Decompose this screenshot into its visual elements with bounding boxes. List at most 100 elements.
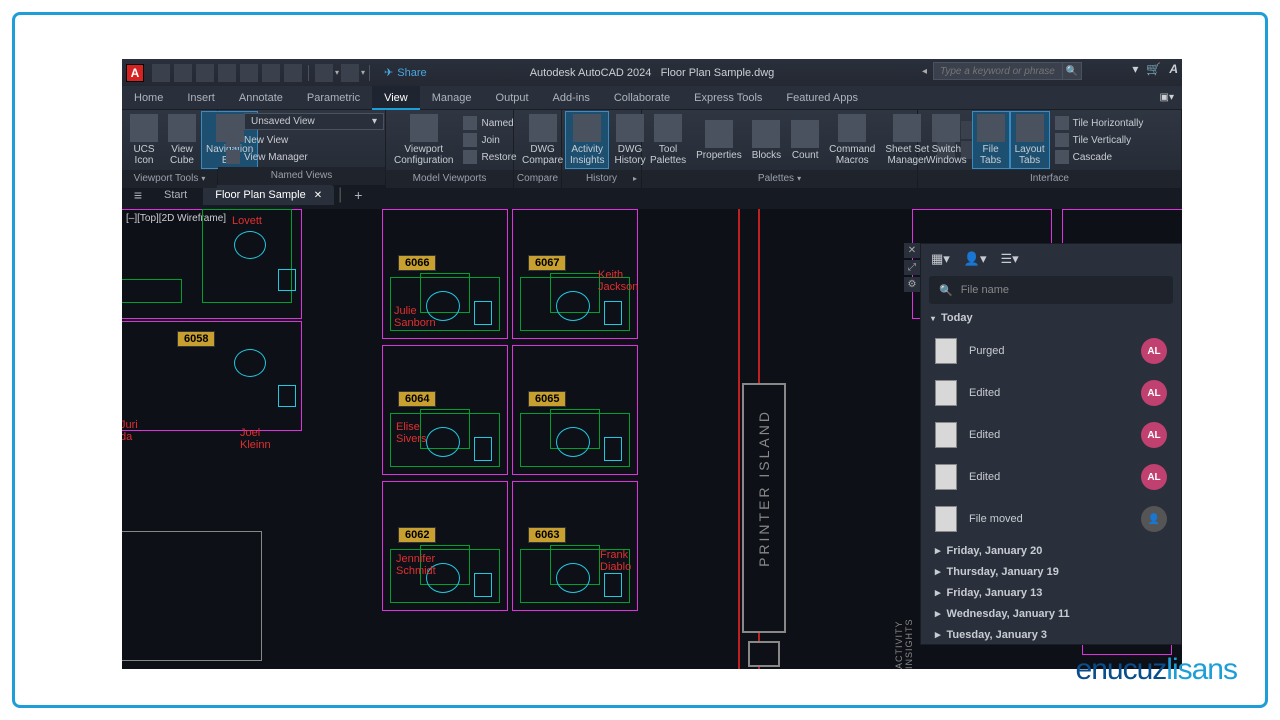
ribbon-tabs: Home Insert Annotate Parametric View Man… — [122, 86, 1182, 110]
restore-vp-button[interactable]: Restore — [459, 149, 520, 165]
cascade-button[interactable]: Cascade — [1051, 149, 1148, 165]
tile-vertical-button[interactable]: Tile Vertically — [1051, 132, 1148, 148]
signin-icon[interactable]: ▾ — [1132, 62, 1138, 76]
activity-date-group[interactable]: ▸Wednesday, January 11 — [921, 603, 1181, 624]
avatar: AL — [1141, 464, 1167, 490]
activity-item[interactable]: Edited AL — [921, 372, 1181, 414]
join-vp-button[interactable]: Join — [459, 132, 520, 148]
panel-interface: Interface — [918, 170, 1181, 188]
activity-date-group[interactable]: ▸Thursday, January 19 — [921, 561, 1181, 582]
room-number: 6063 — [528, 527, 566, 543]
search-icon[interactable]: 🔍 — [1062, 62, 1082, 80]
occupant-name: Joel Kleinn — [240, 427, 271, 451]
panel-settings-icon[interactable]: ⚙ — [904, 277, 920, 292]
file-tabs-button[interactable]: File Tabs — [973, 112, 1009, 168]
qat-print-icon[interactable] — [284, 64, 302, 82]
named-vp-button[interactable]: Named — [459, 115, 520, 131]
panel-model-viewports: Model Viewports — [386, 170, 513, 188]
activity-date-group[interactable]: ▸Friday, January 20 — [921, 540, 1181, 561]
tab-annotate[interactable]: Annotate — [227, 86, 295, 110]
activity-search[interactable]: 🔍 File name — [929, 276, 1173, 304]
window-title: Autodesk AutoCAD 2024 Floor Plan Sample.… — [530, 67, 775, 79]
list-options-icon[interactable]: ☰▾ — [1001, 251, 1019, 267]
tab-output[interactable]: Output — [484, 86, 541, 110]
ucs-icon-button[interactable]: UCS Icon — [126, 112, 162, 168]
panel-close-icon[interactable]: ✕ — [904, 243, 920, 258]
blocks-button[interactable]: Blocks — [748, 118, 785, 163]
occupant-name: Frank Diablo — [600, 549, 631, 573]
file-tab-active[interactable]: Floor Plan Sample✕ — [203, 185, 334, 205]
panel-dock-icon[interactable]: ⤢ — [904, 260, 920, 275]
tab-featured[interactable]: Featured Apps — [774, 86, 870, 110]
activity-date-group[interactable]: ▸Tuesday, January 3 — [921, 624, 1181, 645]
tile-horizontal-button[interactable]: Tile Horizontally — [1051, 115, 1148, 131]
file-icon — [935, 338, 957, 364]
room-number: 6065 — [528, 391, 566, 407]
ribbon: UCS Icon View Cube Navigation Bar Viewpo… — [122, 110, 1182, 181]
drawing-canvas[interactable]: [–][Top][2D Wireframe] PRINTER ISLAND — [122, 209, 1182, 669]
activity-group-today[interactable]: ▾Today — [921, 306, 1181, 330]
file-tab-start[interactable]: Start — [152, 185, 199, 205]
room-number: 6058 — [177, 331, 215, 347]
tab-home[interactable]: Home — [122, 86, 175, 110]
tab-view[interactable]: View — [372, 86, 420, 110]
qat-save-icon[interactable] — [196, 64, 214, 82]
view-manager-button[interactable]: View Manager — [222, 149, 312, 165]
viewport-config-button[interactable]: Viewport Configuration — [390, 112, 457, 168]
properties-button[interactable]: Properties — [692, 118, 746, 163]
printer-island-label: PRINTER ISLAND — [756, 409, 772, 567]
user-filter-icon[interactable]: 👤▾ — [964, 251, 987, 267]
command-macros-button[interactable]: Command Macros — [825, 112, 879, 168]
tab-collaborate[interactable]: Collaborate — [602, 86, 682, 110]
panel-palettes[interactable]: Palettes — [642, 170, 917, 188]
grid-view-icon[interactable]: ▦▾ — [931, 251, 950, 267]
room-number: 6064 — [398, 391, 436, 407]
share-button[interactable]: ✈Share — [384, 66, 427, 79]
activity-date-group[interactable]: ▸Friday, January 13 — [921, 582, 1181, 603]
avatar: AL — [1141, 380, 1167, 406]
new-view-button[interactable]: New View — [222, 132, 292, 148]
activity-item[interactable]: Edited AL — [921, 414, 1181, 456]
qat-web-icon[interactable] — [240, 64, 258, 82]
tool-palettes-button[interactable]: Tool Palettes — [646, 112, 690, 168]
view-icon — [226, 115, 240, 129]
qat-undo-icon[interactable] — [315, 64, 333, 82]
activity-insights-button[interactable]: Activity Insights — [566, 112, 608, 168]
tab-addins[interactable]: Add-ins — [541, 86, 602, 110]
app-icon[interactable]: A — [126, 64, 144, 82]
search-input[interactable] — [933, 62, 1063, 80]
qat-redo-icon[interactable] — [341, 64, 359, 82]
panel-viewport-tools[interactable]: Viewport Tools — [122, 170, 217, 188]
avatar: 👤 — [1141, 506, 1167, 532]
activity-item[interactable]: File moved 👤 — [921, 498, 1181, 540]
activity-item[interactable]: Purged AL — [921, 330, 1181, 372]
qat-saveas-icon[interactable] — [218, 64, 236, 82]
viewcube-button[interactable]: View Cube — [164, 112, 200, 168]
tab-express[interactable]: Express Tools — [682, 86, 774, 110]
ribbon-expand-icon[interactable]: ▣▾ — [1152, 92, 1182, 103]
occupant-name: Elise Sivers — [396, 421, 427, 445]
dwg-compare-button[interactable]: DWG Compare — [518, 112, 567, 168]
layout-tabs-button[interactable]: Layout Tabs — [1011, 112, 1049, 168]
file-icon — [935, 506, 957, 532]
activity-item[interactable]: Edited AL — [921, 456, 1181, 498]
qat-plot-icon[interactable] — [262, 64, 280, 82]
qat-open-icon[interactable] — [174, 64, 192, 82]
hamburger-icon[interactable]: ≡ — [128, 187, 148, 203]
tab-manage[interactable]: Manage — [420, 86, 484, 110]
occupant-name: Juri da — [122, 419, 138, 443]
tab-parametric[interactable]: Parametric — [295, 86, 372, 110]
help-icon[interactable]: A — [1169, 62, 1178, 76]
panel-history[interactable]: History — [562, 170, 641, 188]
cart-icon[interactable]: 🛒 — [1146, 62, 1161, 76]
activity-insights-panel: ▦▾ 👤▾ ☰▾ 🔍 File name ▾Today Purged AL Ed… — [920, 243, 1182, 645]
view-combo[interactable]: Unsaved View▾ — [244, 113, 384, 130]
qat-new-icon[interactable] — [152, 64, 170, 82]
tab-insert[interactable]: Insert — [175, 86, 227, 110]
new-tab-button[interactable]: + — [346, 187, 370, 203]
room-number: 6062 — [398, 527, 436, 543]
close-icon[interactable]: ✕ — [314, 190, 322, 201]
count-button[interactable]: Count — [787, 118, 823, 163]
titlebar: A ▾ ▾ ✈Share Autodesk AutoCAD 2024 Floor… — [122, 59, 1182, 86]
switch-windows-button[interactable]: Switch Windows — [922, 112, 971, 168]
